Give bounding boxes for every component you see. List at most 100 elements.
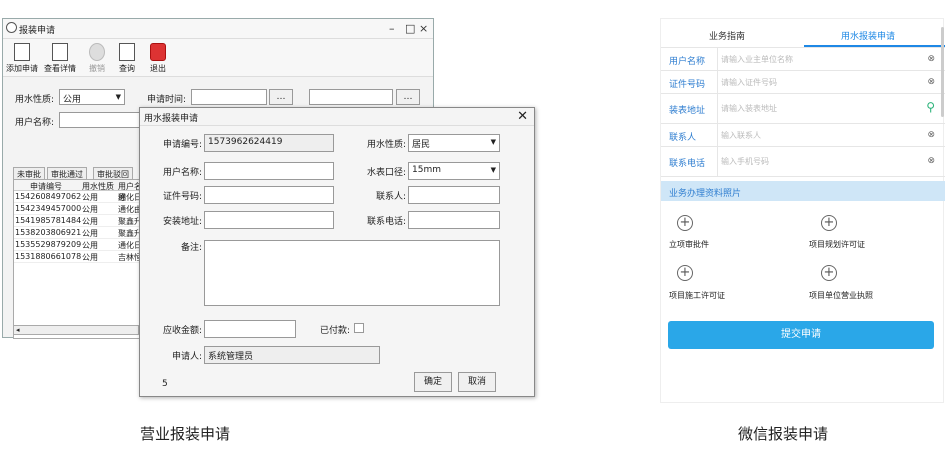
form-row-phone: 联系电话 输入手机号码 ⊗ <box>661 147 945 177</box>
query-button[interactable]: 查询 <box>110 41 144 75</box>
clear-icon[interactable]: ⊗ <box>927 130 935 140</box>
user-name-input[interactable] <box>204 162 334 180</box>
amount-label: 应收金额: <box>162 326 202 336</box>
clear-icon[interactable]: ⊗ <box>927 77 935 87</box>
toolbar: 添加申请 查看详情 撤销 查询 退出 <box>3 39 433 77</box>
title-bar: 报装申请 – □ × <box>3 19 433 39</box>
submit-button[interactable]: 提交申请 <box>668 321 934 349</box>
cert-no-label: 证件号码: <box>162 192 202 202</box>
tab-water-application[interactable]: 用水报装申请 <box>841 29 895 42</box>
caption-desktop: 营业报装申请 <box>140 425 231 443</box>
amount-input[interactable] <box>204 320 296 338</box>
add-photo-icon[interactable]: + <box>677 215 693 231</box>
form-row-contact: 联系人 输入联系人 ⊗ <box>661 124 945 147</box>
close-icon[interactable]: × <box>419 22 428 35</box>
cancel-button[interactable]: 取消 <box>458 372 496 392</box>
address-input[interactable]: 请输入装表地址 <box>721 103 777 114</box>
window-title: 报装申请 <box>19 26 56 36</box>
table-row[interactable]: 1538203806921 公用 聚鑫升 <box>14 227 142 239</box>
apply-time-label: 申请时间: <box>147 95 187 105</box>
meter-caliber-label: 水表口径: <box>366 168 406 178</box>
contact-input[interactable] <box>408 186 500 204</box>
phone-label: 联系电话: <box>366 217 406 227</box>
exit-button[interactable]: 退出 <box>141 41 175 75</box>
view-details-button[interactable]: 查看详情 <box>43 41 77 75</box>
undo-icon <box>89 43 105 61</box>
table-header: 申请编号 用水性质 用户名称 <box>14 180 142 202</box>
horizontal-scrollbar[interactable]: ◂ <box>13 325 139 335</box>
table-row[interactable]: 1535529879209 公用 通化日 <box>14 239 142 251</box>
vertical-scrollbar[interactable] <box>941 27 944 117</box>
remark-label: 备注: <box>180 243 202 253</box>
add-application-button[interactable]: 添加申请 <box>5 41 39 75</box>
phone-input[interactable] <box>408 211 500 229</box>
paid-checkbox[interactable] <box>354 323 364 333</box>
upload-label-approval: 立项审批件 <box>669 240 709 249</box>
add-photo-icon[interactable]: + <box>821 215 837 231</box>
user-name-label: 用户名称: <box>162 168 202 178</box>
chevron-down-icon: ▼ <box>490 166 496 174</box>
water-type-label: 用水性质: <box>366 140 406 150</box>
photo-section-header: 业务办理资料照片 <box>661 181 945 201</box>
contact-input[interactable]: 输入联系人 <box>721 130 761 141</box>
water-type-label: 用水性质: <box>15 95 55 105</box>
applicant-field: 系统管理员 <box>204 346 380 364</box>
clear-icon[interactable]: ⊗ <box>927 54 935 64</box>
applicant-label: 申请人: <box>171 352 202 362</box>
confirm-button[interactable]: 确定 <box>414 372 452 392</box>
applications-table: 申请编号 用水性质 用户名称 1542608497062 公用 通化日 154234… <box>13 179 142 339</box>
user-name-input[interactable] <box>59 112 143 128</box>
upload-label-construction: 项目施工许可证 <box>669 291 725 300</box>
add-photo-icon[interactable]: + <box>677 265 693 281</box>
end-date-input[interactable] <box>309 89 393 105</box>
mobile-screen: 业务指南 用水报装申请 用户名称 请输入业主单位名称 ⊗ 证件号码 请输入证件号… <box>660 18 945 403</box>
dialog-body: 申请编号: 1573962624419 用水性质: 居民 ▼ 用户名称: 水表口… <box>140 126 534 396</box>
start-date-picker-button[interactable]: … <box>269 89 293 105</box>
upload-label-license: 项目单位营业执照 <box>809 291 873 300</box>
cert-no-input[interactable] <box>204 186 334 204</box>
apply-no-label: 申请编号: <box>162 140 202 150</box>
form-row-user-name: 用户名称 请输入业主单位名称 ⊗ <box>661 48 945 71</box>
end-date-picker-button[interactable]: … <box>396 89 420 105</box>
maximize-icon[interactable]: □ <box>405 22 415 35</box>
search-icon <box>119 43 135 61</box>
form-row-address: 装表地址 请输入装表地址 ⚲ <box>661 94 945 124</box>
address-label: 安装地址: <box>162 217 202 227</box>
apply-no-field: 1573962624419 <box>204 134 334 152</box>
meter-caliber-select[interactable]: 15mm ▼ <box>408 162 500 180</box>
new-document-icon <box>14 43 30 61</box>
form-row-cert-no: 证件号码 请输入证件号码 ⊗ <box>661 71 945 94</box>
record-count: 5 <box>162 379 168 389</box>
address-input[interactable] <box>204 211 334 229</box>
table-row[interactable]: 1541985781484 公用 聚鑫升 <box>14 215 142 227</box>
caption-wechat: 微信报装申请 <box>738 425 829 443</box>
water-type-select[interactable]: 居民 ▼ <box>408 134 500 152</box>
minimize-icon[interactable]: – <box>389 22 395 35</box>
table-row[interactable]: 1542608497062 公用 通化日 <box>14 191 142 203</box>
app-logo-icon <box>6 22 17 33</box>
scroll-left-icon[interactable]: ◂ <box>16 326 20 334</box>
application-dialog: 用水报装申请 ✕ 申请编号: 1573962624419 用水性质: 居民 ▼ … <box>139 107 535 397</box>
clear-icon[interactable]: ⊗ <box>927 156 935 166</box>
revoke-button[interactable]: 撤销 <box>80 41 114 75</box>
close-icon[interactable]: ✕ <box>517 109 528 124</box>
chevron-down-icon: ▼ <box>490 138 496 146</box>
remark-textarea[interactable] <box>204 240 500 306</box>
phone-input[interactable]: 输入手机号码 <box>721 156 769 167</box>
contact-label: 联系人: <box>375 192 406 202</box>
table-row[interactable]: 1542349457000 公用 通化由 <box>14 203 142 215</box>
chevron-down-icon: ▼ <box>115 93 121 101</box>
cert-no-input[interactable]: 请输入证件号码 <box>721 77 777 88</box>
water-type-select[interactable]: 公用 ▼ <box>59 89 125 105</box>
dialog-title-bar: 用水报装申请 ✕ <box>140 108 534 126</box>
user-name-input[interactable]: 请输入业主单位名称 <box>721 54 793 65</box>
start-date-input[interactable] <box>191 89 267 105</box>
location-pin-icon[interactable]: ⚲ <box>926 100 935 114</box>
details-icon <box>52 43 68 61</box>
table-row[interactable]: 1531880661078 公用 吉林恒 <box>14 251 142 263</box>
tab-business-guide[interactable]: 业务指南 <box>709 29 745 42</box>
paid-label: 已付款: <box>319 326 350 336</box>
upload-label-planning: 项目规划许可证 <box>809 240 865 249</box>
add-photo-icon[interactable]: + <box>821 265 837 281</box>
user-name-label: 用户名称: <box>15 118 55 128</box>
